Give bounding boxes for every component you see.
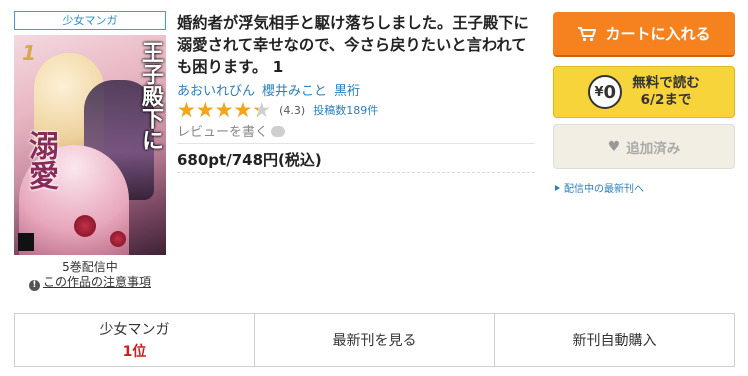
rating-score: (4.3) [279,103,306,117]
price: 680pt/748円(税込) [177,151,322,169]
notice-link[interactable]: ! この作品の注意事項 [14,273,166,291]
view-latest-button[interactable]: 最新刊を見る [254,314,494,366]
rose-icon [110,231,126,247]
review-count-link[interactable]: 投稿数189件 [313,102,378,118]
publisher-logo [18,233,34,251]
zero-digit: 0 [603,81,617,103]
author-link[interactable]: 黒裄 [334,84,360,99]
added-to-favorites-button[interactable]: ♥ 追加済み [553,124,735,169]
star-icons-filled: ★★★★★ [177,99,258,121]
heart-icon: ♥ [607,138,621,155]
divider [177,143,535,144]
write-review-label[interactable]: レビューを書く [177,125,268,140]
add-to-cart-label: カートに入れる [605,25,711,43]
auto-buy-button[interactable]: 新刊自動購入 [494,314,734,366]
free-read-text: 無料で読む 6/2まで [632,75,700,109]
genre-ranking-cell[interactable]: 少女マンガ 1位 [15,314,254,366]
add-to-cart-button[interactable]: カートに入れる [553,12,735,57]
free-zero-yen-icon: ¥0 [588,75,623,109]
cart-icon [577,26,597,42]
rating-row: ★★★★★ ★★★★★ (4.3) 投稿数189件 [177,99,378,121]
write-review-link[interactable]: レビューを書く [177,121,286,140]
view-latest-label: 最新刊を見る [332,333,417,349]
book-cover-image[interactable]: 1 王子殿下に 溺愛 [14,35,166,255]
notice-link-label[interactable]: この作品の注意事項 [43,275,151,289]
cover-volume-number: 1 [22,41,36,65]
comment-bubble-icon [271,126,286,137]
bottom-action-bar: 少女マンガ 1位 最新刊を見る 新刊自動購入 [14,313,735,367]
rose-icon [74,215,96,237]
genre-badge[interactable]: 少女マンガ [14,11,166,30]
author-list: あおいれびん 櫻井みこと 黒裄 [177,80,367,99]
added-label: 追加済み [626,140,681,157]
latest-volume-label[interactable]: 配信中の最新刊へ [564,184,644,195]
book-title: 婚約者が浮気相手と駆け落ちしました。王子殿下に溺愛されて幸せなので、今さら戻りた… [177,14,529,76]
genre-rank: 1位 [122,344,147,360]
star-rating: ★★★★★ ★★★★★ [177,99,271,121]
exclamation-icon: ! [28,280,40,291]
free-read-label: 無料で読む [632,75,700,91]
latest-volume-link[interactable]: 配信中の最新刊へ [555,180,644,195]
free-read-deadline: 6/2まで [640,92,692,108]
auto-buy-label: 新刊自動購入 [572,333,657,349]
triangle-right-icon [555,185,560,191]
genre-ranking-label: 少女マンガ [99,322,170,338]
author-link[interactable]: あおいれびん [177,84,255,99]
author-link[interactable]: 櫻井みこと [262,84,327,99]
free-read-button[interactable]: ¥0 無料で読む 6/2まで [553,66,735,118]
cover-big-text: 溺愛 [23,130,58,190]
cover-title-text: 王子殿下に [138,41,163,151]
yen-symbol: ¥ [594,84,604,100]
divider [177,172,535,173]
